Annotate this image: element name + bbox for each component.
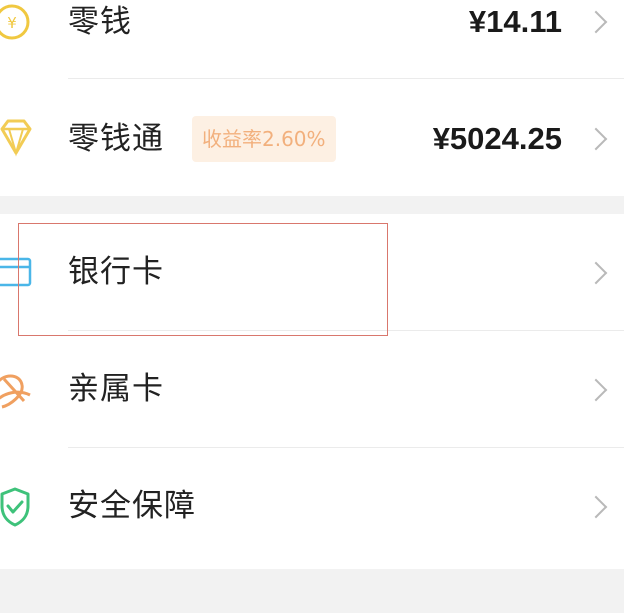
change-row[interactable]: ¥ 零钱 ¥14.11 (0, 0, 624, 82)
bank-card-label: 银行卡 (68, 254, 164, 290)
security-row[interactable]: 安全保障 (0, 448, 624, 569)
yield-rate-badge: 收益率2.60% (192, 116, 336, 162)
change-label: 零钱 (68, 4, 132, 40)
chevron-right-icon (584, 261, 608, 285)
change-plus-label: 零钱通 (68, 121, 164, 157)
wallet-page: ¥ 零钱 ¥14.11 零钱通 收益率2.60% ¥5024.25 银行卡 亲属… (0, 0, 624, 613)
chevron-right-icon (584, 10, 608, 34)
diamond-icon (0, 119, 36, 163)
change-amount: ¥14.11 (468, 4, 562, 39)
bank-card-icon (0, 256, 34, 292)
chevron-right-icon (584, 127, 608, 151)
change-plus-row[interactable]: 零钱通 收益率2.60% ¥5024.25 (0, 79, 624, 196)
chevron-right-icon (584, 378, 608, 402)
bank-card-row[interactable]: 银行卡 (0, 214, 624, 330)
balance-group: ¥ 零钱 ¥14.11 零钱通 收益率2.60% ¥5024.25 (0, 0, 624, 196)
cards-group: 银行卡 亲属卡 安全保障 (0, 214, 624, 569)
security-label: 安全保障 (68, 488, 196, 524)
family-card-icon (0, 371, 36, 415)
family-card-row[interactable]: 亲属卡 (0, 331, 624, 447)
yuan-coin-icon: ¥ (0, 2, 32, 46)
chevron-right-icon (584, 495, 608, 519)
shield-icon (0, 486, 34, 532)
svg-text:¥: ¥ (7, 14, 17, 32)
family-card-label: 亲属卡 (68, 371, 164, 407)
change-plus-amount: ¥5024.25 (432, 121, 562, 156)
